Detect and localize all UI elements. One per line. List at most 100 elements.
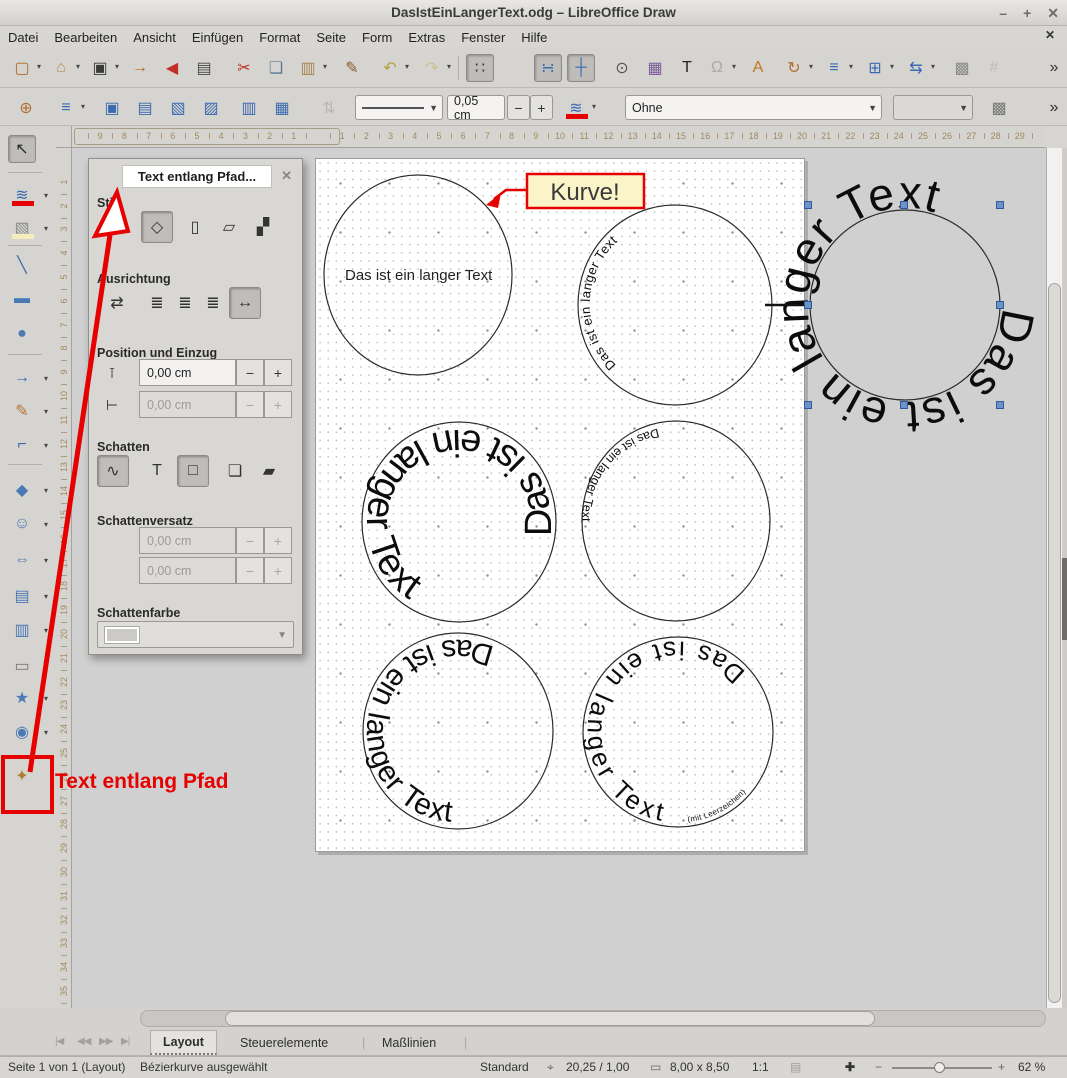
selection-handle[interactable] — [997, 302, 1004, 309]
fontwork-upright-button[interactable]: ▯ — [179, 211, 211, 243]
text-contour-button[interactable]: T — [141, 455, 173, 487]
vertical-ruler[interactable]: 1234567891011121314151617181920212223242… — [56, 148, 72, 1008]
title-bar[interactable]: DasIstEinLangerText.odg – LibreOffice Dr… — [0, 0, 1067, 26]
tab-layout[interactable]: Layout — [150, 1030, 217, 1055]
line-width-input[interactable]: 0,05 cm — [447, 95, 505, 120]
chevron-down-icon[interactable]: ▾ — [44, 441, 48, 450]
callout-shapes-button[interactable]: ▥ — [8, 616, 36, 644]
clone-formatting-button[interactable]: ✎ — [338, 54, 366, 82]
circle-text-large-inside-text[interactable]: Das ist ein langer Text — [358, 420, 560, 607]
fill-style-combo[interactable]: Ohne▼ — [625, 95, 882, 120]
vertical-scrollbar[interactable] — [1046, 148, 1062, 1008]
horizontal-scrollbar-thumb[interactable] — [225, 1011, 875, 1026]
redo-button[interactable]: ↷ — [418, 54, 446, 82]
window-edge-thumb[interactable] — [1062, 558, 1067, 640]
page-nav-2[interactable]: ▶▶ — [99, 1036, 112, 1047]
symbol-shapes-button[interactable]: ☺ — [8, 510, 36, 538]
chevron-down-icon[interactable]: ▾ — [931, 62, 935, 71]
flowchart-shapes-button[interactable]: ▤ — [8, 582, 36, 610]
snap-to-grid-button[interactable]: ∺ — [534, 54, 562, 82]
close-button[interactable]: ✕ — [1047, 5, 1059, 22]
page-nav-3[interactable]: ▶| — [121, 1036, 129, 1047]
no-shadow-button[interactable]: □ — [177, 455, 209, 487]
text-orientation-button[interactable]: ⇄ — [101, 287, 133, 319]
circle-text-ring-spaced-text[interactable]: Das ist ein langer Text (mit Leerzeichen… — [581, 635, 750, 828]
chevron-down-icon[interactable]: ▾ — [405, 62, 409, 71]
zoom-button[interactable]: ⊙ — [608, 54, 636, 82]
shadow-color-dropdown[interactable]: ▼ — [97, 621, 294, 648]
menu-einfügen[interactable]: Einfügen — [184, 28, 251, 47]
paste-button[interactable]: ▥ — [294, 54, 322, 82]
align-objects-button[interactable]: ≡ — [820, 54, 848, 82]
scale-indicator[interactable]: 1:1 — [752, 1060, 769, 1074]
circle-text-horizontal-text[interactable]: Das ist ein langer Text — [345, 267, 493, 284]
chevron-down-icon[interactable]: ▾ — [44, 486, 48, 495]
tab-maßlinien[interactable]: Maßlinien — [370, 1030, 448, 1055]
reverse-button[interactable]: ⇅ — [315, 94, 343, 122]
autosize-text-button[interactable]: ↔ — [229, 287, 261, 319]
fontwork-slant-horizontal-button[interactable]: ▱ — [213, 211, 245, 243]
line-style-combo[interactable]: ▼ — [355, 95, 443, 120]
save-button[interactable]: ▣ — [86, 54, 114, 82]
curves-and-polygons-button[interactable]: ✎ — [8, 397, 36, 425]
distribution-button[interactable]: ⇆ — [902, 54, 930, 82]
distance-input[interactable]: 0,00 cm — [139, 359, 236, 386]
chevron-down-icon[interactable]: ▾ — [81, 102, 85, 111]
distance-increase-button[interactable]: + — [264, 359, 292, 386]
horizontal-ruler[interactable]: 9876543211234567891011121314151617181920… — [72, 126, 1046, 148]
selection-handle[interactable] — [901, 402, 908, 409]
selection-handle[interactable] — [997, 402, 1004, 409]
zoom-in-icon[interactable]: + — [998, 1060, 1005, 1074]
chevron-down-icon[interactable]: ▾ — [76, 62, 80, 71]
slant-shadow-button[interactable]: ▰ — [253, 455, 285, 487]
menu-fenster[interactable]: Fenster — [453, 28, 513, 47]
distance-decrease-button[interactable]: − — [236, 359, 264, 386]
contour-button[interactable]: ∿ — [97, 455, 129, 487]
menu-seite[interactable]: Seite — [308, 28, 354, 47]
arrange-button[interactable]: ⊞ — [861, 54, 889, 82]
chevron-down-icon[interactable]: ▾ — [44, 374, 48, 383]
special-character-button[interactable]: Ω — [703, 54, 731, 82]
connectors-button[interactable]: ⌐ — [8, 431, 36, 459]
line-width-decrease-button[interactable]: − — [507, 95, 530, 120]
copy-button[interactable]: ❏ — [262, 54, 290, 82]
crop-button[interactable]: # — [980, 54, 1008, 82]
fontwork-dialog[interactable]: Text entlang Pfad... ✕ Stil ⊘◇▯▱▞ Ausric… — [88, 158, 303, 655]
align-right-button[interactable]: ≣ — [197, 287, 229, 319]
chevron-down-icon[interactable]: ▾ — [809, 62, 813, 71]
close-document-icon[interactable]: ✕ — [1045, 28, 1055, 42]
line-color-button[interactable]: ≋ — [8, 181, 36, 209]
tab-steuerelemente[interactable]: Steuerelemente — [228, 1030, 340, 1055]
menu-extras[interactable]: Extras — [400, 28, 453, 47]
menu-form[interactable]: Form — [354, 28, 400, 47]
chevron-down-icon[interactable]: ▾ — [37, 62, 41, 71]
chevron-down-icon[interactable]: ▾ — [890, 62, 894, 71]
fontwork-slant-vertical-button[interactable]: ▞ — [247, 211, 279, 243]
send-to-back-button[interactable]: ▨ — [197, 94, 225, 122]
bring-forward-button[interactable]: ▤ — [131, 94, 159, 122]
line-color-button[interactable]: ≋ — [562, 94, 590, 122]
display-grid-button[interactable]: ∷ — [466, 54, 494, 82]
bring-to-front-button[interactable]: ▣ — [98, 94, 126, 122]
circle-text-ring-text[interactable]: Das ist ein langer Text — [360, 633, 497, 829]
chevron-down-icon[interactable]: ▼ — [429, 103, 438, 113]
zoom-level[interactable]: 62 % — [1018, 1060, 1045, 1074]
align-button[interactable]: ≡ — [52, 94, 80, 122]
chevron-down-icon[interactable]: ▾ — [44, 592, 48, 601]
minimize-button[interactable]: – — [999, 5, 1007, 21]
chevron-down-icon[interactable]: ▾ — [323, 62, 327, 71]
insert-rectangle-button[interactable]: ▬ — [8, 285, 36, 313]
lines-and-arrows-button[interactable]: → — [8, 364, 36, 392]
toolbar-overflow-button[interactable]: » — [1040, 94, 1067, 122]
toolbar-overflow-button[interactable]: » — [1040, 54, 1067, 82]
vertical-scrollbar-thumb[interactable] — [1048, 283, 1061, 1003]
chevron-down-icon[interactable]: ▼ — [868, 103, 877, 113]
export-button[interactable]: → — [126, 54, 154, 82]
circle-text-left-up-text[interactable]: Das ist ein langer Text — [578, 232, 620, 373]
window-edge-scrollbar[interactable] — [1062, 148, 1067, 1008]
print-button[interactable]: ▤ — [190, 54, 218, 82]
insert-text-box-button[interactable]: T — [673, 54, 701, 82]
cut-button[interactable]: ✂ — [230, 54, 258, 82]
chevron-down-icon[interactable]: ▾ — [44, 728, 48, 737]
chevron-down-icon[interactable]: ▾ — [44, 520, 48, 529]
